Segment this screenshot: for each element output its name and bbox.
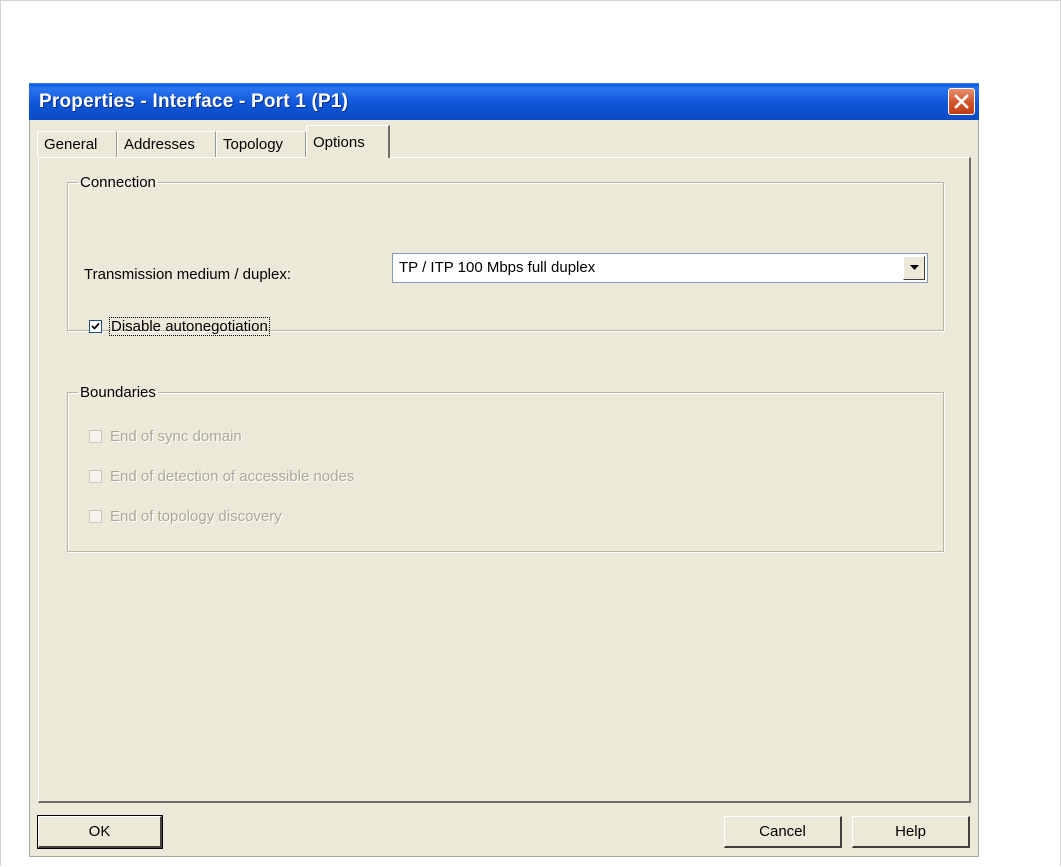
title-bar[interactable]: Properties - Interface - Port 1 (P1): [29, 83, 979, 120]
window-title: Properties - Interface - Port 1 (P1): [39, 91, 349, 112]
help-button[interactable]: Help: [852, 816, 970, 848]
tab-options[interactable]: Options: [306, 125, 390, 158]
tab-addresses[interactable]: Addresses: [117, 131, 216, 157]
tab-options-label: Options: [313, 133, 365, 151]
tab-general-label: General: [44, 136, 98, 153]
disable-autonegotiation-row[interactable]: Disable autonegotiation: [89, 317, 270, 336]
dropdown-arrow-button[interactable]: [903, 256, 925, 280]
disable-autonegotiation-label: Disable autonegotiation: [109, 317, 270, 336]
tab-addresses-label: Addresses: [124, 136, 195, 153]
tab-general[interactable]: General: [37, 131, 117, 157]
help-button-label: Help: [895, 823, 926, 840]
chevron-down-icon: [909, 265, 919, 270]
tab-topology[interactable]: Topology: [216, 131, 306, 157]
ok-button[interactable]: OK: [37, 815, 163, 849]
end-of-topology-discovery-label: End of topology discovery: [110, 508, 282, 525]
transmission-medium-label: Transmission medium / duplex:: [84, 266, 292, 283]
transmission-medium-select[interactable]: TP / ITP 100 Mbps full duplex: [392, 253, 928, 283]
tab-topology-label: Topology: [223, 136, 284, 153]
end-of-sync-domain-label: End of sync domain: [110, 428, 242, 445]
connection-group-label: Connection: [80, 174, 156, 191]
checkmark-icon: [91, 322, 100, 330]
end-of-topology-discovery-row[interactable]: End of topology discovery: [89, 508, 282, 525]
end-of-sync-domain-checkbox[interactable]: [89, 430, 102, 443]
cancel-button[interactable]: Cancel: [724, 816, 842, 848]
disable-autonegotiation-checkbox[interactable]: [89, 320, 102, 333]
end-of-sync-domain-row[interactable]: End of sync domain: [89, 428, 242, 445]
end-of-detection-row[interactable]: End of detection of accessible nodes: [89, 468, 354, 485]
close-button[interactable]: [948, 88, 975, 115]
cancel-button-label: Cancel: [759, 823, 806, 840]
end-of-detection-checkbox[interactable]: [89, 470, 102, 483]
end-of-topology-discovery-checkbox[interactable]: [89, 510, 102, 523]
properties-dialog: Properties - Interface - Port 1 (P1) Gen…: [29, 83, 979, 857]
end-of-detection-label: End of detection of accessible nodes: [110, 468, 355, 485]
close-icon: [954, 94, 969, 109]
ok-button-label: OK: [88, 823, 111, 840]
transmission-medium-value: TP / ITP 100 Mbps full duplex: [399, 259, 596, 276]
options-tab-panel: Connection Transmission medium / duplex:…: [38, 157, 971, 803]
boundaries-group-label: Boundaries: [80, 384, 156, 401]
